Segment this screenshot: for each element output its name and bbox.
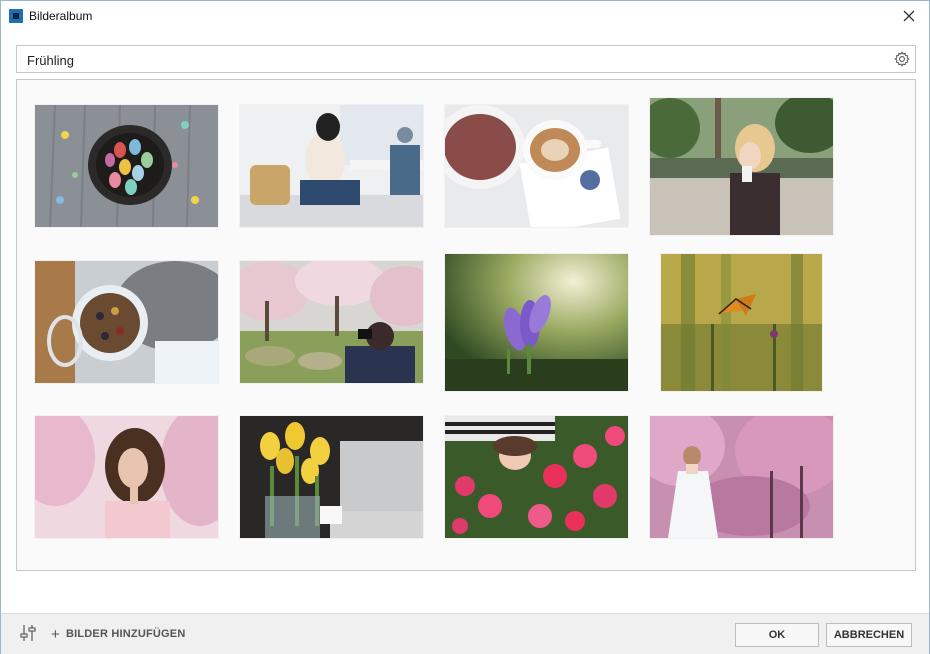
woman-cafe-image: [240, 105, 423, 227]
ok-button[interactable]: OK: [735, 623, 819, 647]
gear-icon[interactable]: [894, 51, 910, 67]
photographer-park-image: [240, 261, 423, 383]
photo-bride-garden[interactable]: [650, 416, 833, 538]
title-bar: Bilderalbum: [1, 1, 929, 31]
close-button[interactable]: [899, 6, 919, 26]
easter-eggs-image: [35, 105, 218, 227]
photo-crocus[interactable]: [445, 254, 628, 391]
add-images-label: BILDER HINZUFÜGEN: [65, 628, 186, 640]
plus-icon: +: [51, 625, 60, 643]
photo-woman-pink-blossoms[interactable]: [35, 416, 218, 538]
photo-coffee-granola[interactable]: [445, 105, 628, 227]
photo-woman-street[interactable]: [650, 98, 833, 235]
woman-pink-blossoms-image: [35, 416, 218, 538]
tulips-laptop-image: [240, 416, 423, 538]
woman-street-image: [650, 98, 833, 235]
woman-flower-bed-image: [445, 416, 628, 538]
search-input[interactable]: [25, 46, 889, 74]
dialog-footer: + BILDER HINZUFÜGEN OK ABBRECHEN: [1, 613, 929, 654]
photo-tulips-laptop[interactable]: [240, 416, 423, 538]
photo-woman-cafe[interactable]: [240, 105, 423, 227]
photo-photographer-park[interactable]: [240, 261, 423, 383]
add-images-button[interactable]: + BILDER HINZUFÜGEN: [51, 624, 185, 644]
photo-woman-flower-bed[interactable]: [445, 416, 628, 538]
app-icon: [9, 9, 23, 23]
bride-garden-image: [650, 416, 833, 538]
cancel-button[interactable]: ABBRECHEN: [826, 623, 912, 647]
coffee-granola-image: [445, 105, 628, 227]
crocus-image: [445, 254, 628, 391]
image-gallery: [16, 79, 916, 571]
photo-butterfly[interactable]: [661, 254, 822, 391]
adjust-icon[interactable]: [19, 624, 37, 642]
dialog-window: Bilderalbum Frühling + BILDER HINZUFÜGEN…: [0, 0, 930, 654]
jar-muesli-image: [35, 261, 218, 383]
photo-jar-muesli[interactable]: [35, 261, 218, 383]
butterfly-image: [661, 254, 822, 391]
window-title: Bilderalbum: [29, 9, 93, 23]
photo-easter-eggs[interactable]: [35, 105, 218, 227]
close-icon: [903, 10, 915, 22]
search-field[interactable]: [16, 45, 916, 74]
